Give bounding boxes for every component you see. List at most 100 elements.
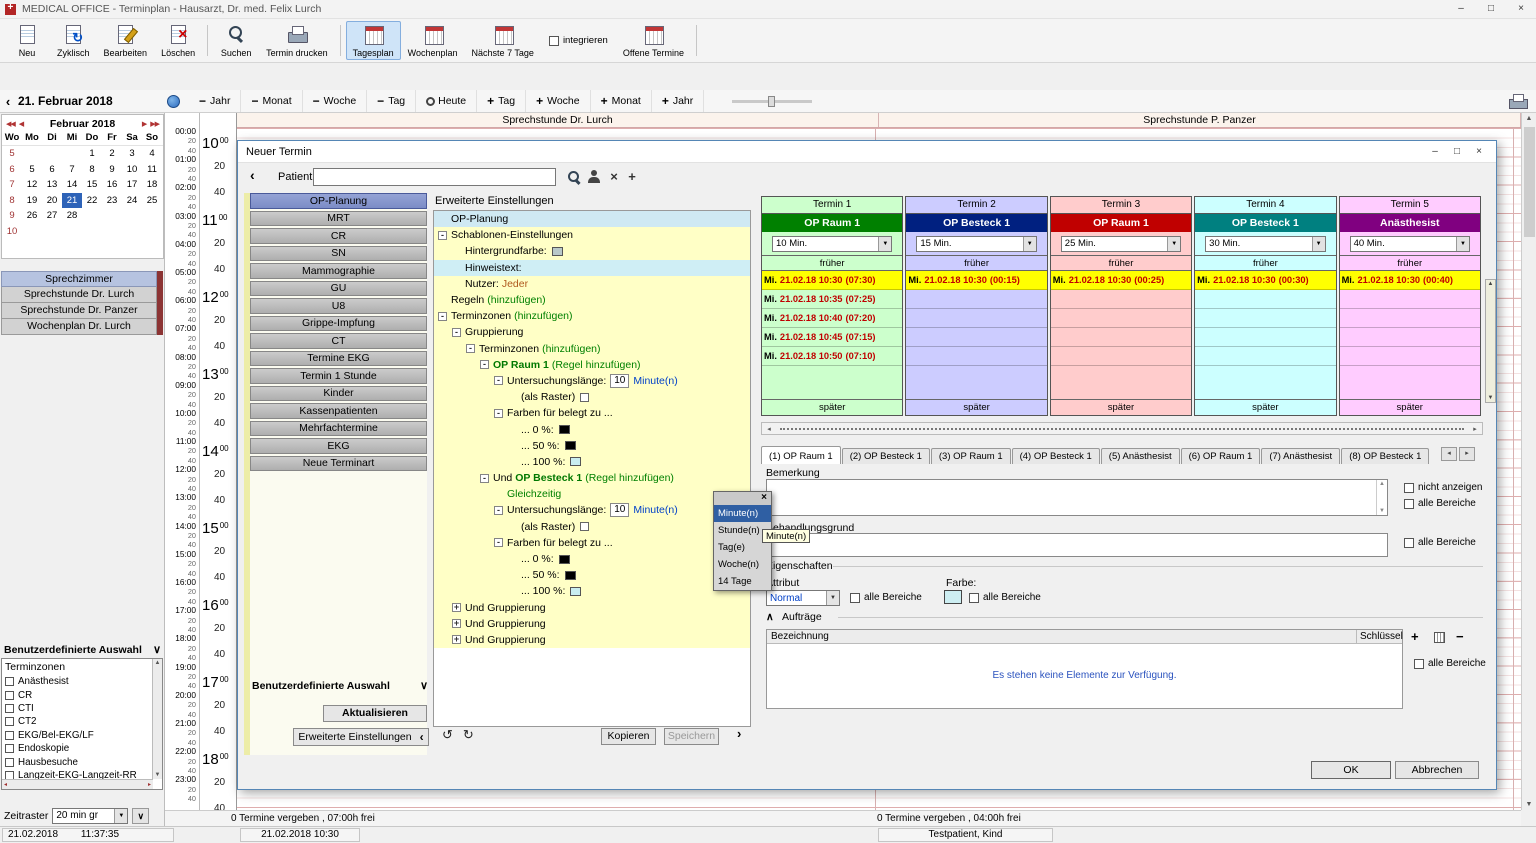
color-swatch[interactable]: [570, 457, 581, 466]
scroll-down-icon[interactable]: ▼: [1379, 508, 1385, 514]
tree-row[interactable]: - Schablonen-Einstellungen: [434, 227, 750, 243]
earlier-button[interactable]: früher: [762, 255, 902, 271]
scroll-left-icon[interactable]: ◂: [762, 425, 776, 433]
calendar-day[interactable]: 17: [122, 177, 142, 193]
scroll-up-icon[interactable]: ▲: [1379, 481, 1385, 487]
terminzone-checkbox[interactable]: [5, 677, 14, 686]
color-swatch[interactable]: [559, 555, 570, 564]
calendar-day[interactable]: [82, 224, 102, 240]
nav-button[interactable]: + Tag: [477, 90, 526, 112]
calendar-day[interactable]: 23: [102, 193, 122, 209]
tree-add-link[interactable]: (hinzufügen): [514, 310, 572, 322]
tree-row[interactable]: Gleichzeitig: [434, 486, 750, 502]
terminzonen-vscrollbar[interactable]: ▲ ▼: [152, 659, 162, 779]
close-icon[interactable]: ×: [1506, 0, 1536, 18]
clear-icon[interactable]: ×: [606, 169, 622, 185]
termin-tab[interactable]: (8) OP Besteck 1: [1341, 448, 1429, 464]
calendar-day[interactable]: 15: [82, 177, 102, 193]
calendar-day[interactable]: [122, 208, 142, 224]
dropdown-arrow-icon[interactable]: ▼: [114, 809, 127, 823]
nav-button[interactable]: + Monat: [591, 90, 652, 112]
tree-unit-link[interactable]: Minute(n): [633, 375, 677, 387]
remove-order-icon[interactable]: −: [1456, 630, 1464, 644]
scrollbar-thumb[interactable]: [1524, 127, 1535, 237]
alle-bereiche-checkbox[interactable]: [1404, 499, 1414, 509]
tree-add-link[interactable]: (hinzufügen): [487, 294, 545, 306]
slot-row[interactable]: Mi.21.02.18 10:30(00:15): [906, 271, 1046, 290]
scroll-up-icon[interactable]: ▲: [155, 660, 161, 666]
tree-row[interactable]: + Und Gruppierung: [434, 600, 750, 616]
slot-row[interactable]: [1195, 309, 1335, 328]
slot-row[interactable]: Mi.21.02.18 10:35(07:25): [762, 290, 902, 309]
calendar-day[interactable]: 22: [82, 193, 102, 209]
tree-expander-icon[interactable]: -: [494, 409, 503, 418]
earlier-button[interactable]: früher: [1195, 255, 1335, 271]
toolbar-button[interactable]: Löschen: [154, 21, 202, 60]
tree-row[interactable]: - Farben für belegt zu ...: [434, 405, 750, 421]
terminzone-item[interactable]: CR: [2, 688, 162, 701]
scroll-up-icon[interactable]: ▲: [1488, 281, 1494, 287]
scrollbar-track[interactable]: [780, 428, 1464, 430]
tree-expander-icon[interactable]: -: [480, 360, 489, 369]
tree-checkbox[interactable]: [580, 522, 589, 531]
slots-vscrollbar[interactable]: ▲ ▼: [1485, 279, 1496, 403]
later-button[interactable]: später: [1195, 399, 1335, 415]
toolbar-button[interactable]: Nächste 7 Tage: [465, 21, 541, 60]
tree-number-input[interactable]: 10: [610, 503, 629, 517]
slot-row[interactable]: [906, 328, 1046, 347]
close-icon[interactable]: ×: [1468, 146, 1490, 157]
alle-bereiche-option[interactable]: alle Bereiche: [850, 592, 922, 603]
template-button[interactable]: Mehrfachtermine: [250, 421, 427, 437]
terminzonen-hscrollbar[interactable]: ◂ ▸: [2, 779, 153, 789]
calendar-day[interactable]: 9: [102, 162, 122, 178]
tree-row[interactable]: Hintergrundfarbe:: [434, 243, 750, 259]
farbe-swatch[interactable]: [944, 590, 962, 604]
tree-row[interactable]: - OP Raum 1 (Regel hinzufügen): [434, 357, 750, 373]
collapse-icon[interactable]: ∧: [766, 611, 774, 623]
calendar-day[interactable]: 14: [62, 177, 82, 193]
calendar-day[interactable]: 1: [82, 146, 102, 162]
dropdown-arrow-icon[interactable]: ▼: [1023, 237, 1036, 251]
slot-row[interactable]: Mi.21.02.18 10:30(00:30): [1195, 271, 1335, 290]
tree-expander-icon[interactable]: +: [452, 619, 461, 628]
terminzone-checkbox[interactable]: [5, 744, 14, 753]
nicht-anzeigen-checkbox[interactable]: [1404, 483, 1414, 493]
calendar-day[interactable]: [102, 208, 122, 224]
integrate-checkbox[interactable]: [549, 36, 559, 46]
terminzone-item[interactable]: EKG/Bel-EKG/LF: [2, 729, 162, 742]
calendar-day[interactable]: 13: [42, 177, 62, 193]
template-button[interactable]: Grippe-Impfung: [250, 316, 427, 332]
terminzone-checkbox[interactable]: [5, 731, 14, 740]
dropdown-arrow-icon[interactable]: ▼: [878, 237, 891, 251]
terminzone-checkbox[interactable]: [5, 717, 14, 726]
calendar-day[interactable]: [142, 224, 162, 240]
search-icon[interactable]: [566, 169, 582, 185]
tabs-scroll-right-icon[interactable]: ▸: [1459, 447, 1475, 461]
calendar-prev-month-icon[interactable]: ◀: [17, 120, 25, 128]
toolbar-button[interactable]: Offene Termine: [616, 21, 691, 60]
termin-tab[interactable]: (3) OP Raum 1: [931, 448, 1011, 464]
tree-row[interactable]: Hinweistext:: [434, 260, 750, 276]
termin-tab[interactable]: (7) Anästhesist: [1261, 448, 1340, 464]
calendar-day[interactable]: 25: [142, 193, 162, 209]
tree-row[interactable]: - Gruppierung: [434, 324, 750, 340]
slot-row[interactable]: [1195, 290, 1335, 309]
template-button[interactable]: Termine EKG: [250, 351, 427, 367]
scroll-up-icon[interactable]: ▲: [1522, 115, 1536, 122]
add-order-icon[interactable]: +: [1411, 630, 1419, 644]
terminzone-checkbox[interactable]: [5, 758, 14, 767]
calendar-day[interactable]: [142, 208, 162, 224]
calendar-day[interactable]: [22, 146, 42, 162]
later-button[interactable]: später: [1340, 399, 1480, 415]
template-button[interactable]: CR: [250, 228, 427, 244]
termin-tab[interactable]: (5) Anästhesist: [1101, 448, 1180, 464]
nav-button[interactable]: − Monat: [241, 90, 302, 112]
tree-row[interactable]: - Farben für belegt zu ...: [434, 535, 750, 551]
slot-row[interactable]: Mi.21.02.18 10:50(07:10): [762, 347, 902, 366]
calendar-day[interactable]: [42, 146, 62, 162]
toolbar-button[interactable]: Tagesplan: [346, 21, 401, 60]
calendar-day[interactable]: 11: [142, 162, 162, 178]
tree-row[interactable]: - Terminzonen (hinzufügen): [434, 308, 750, 324]
calendar-day[interactable]: 16: [102, 177, 122, 193]
tree-expander-icon[interactable]: -: [494, 506, 503, 515]
